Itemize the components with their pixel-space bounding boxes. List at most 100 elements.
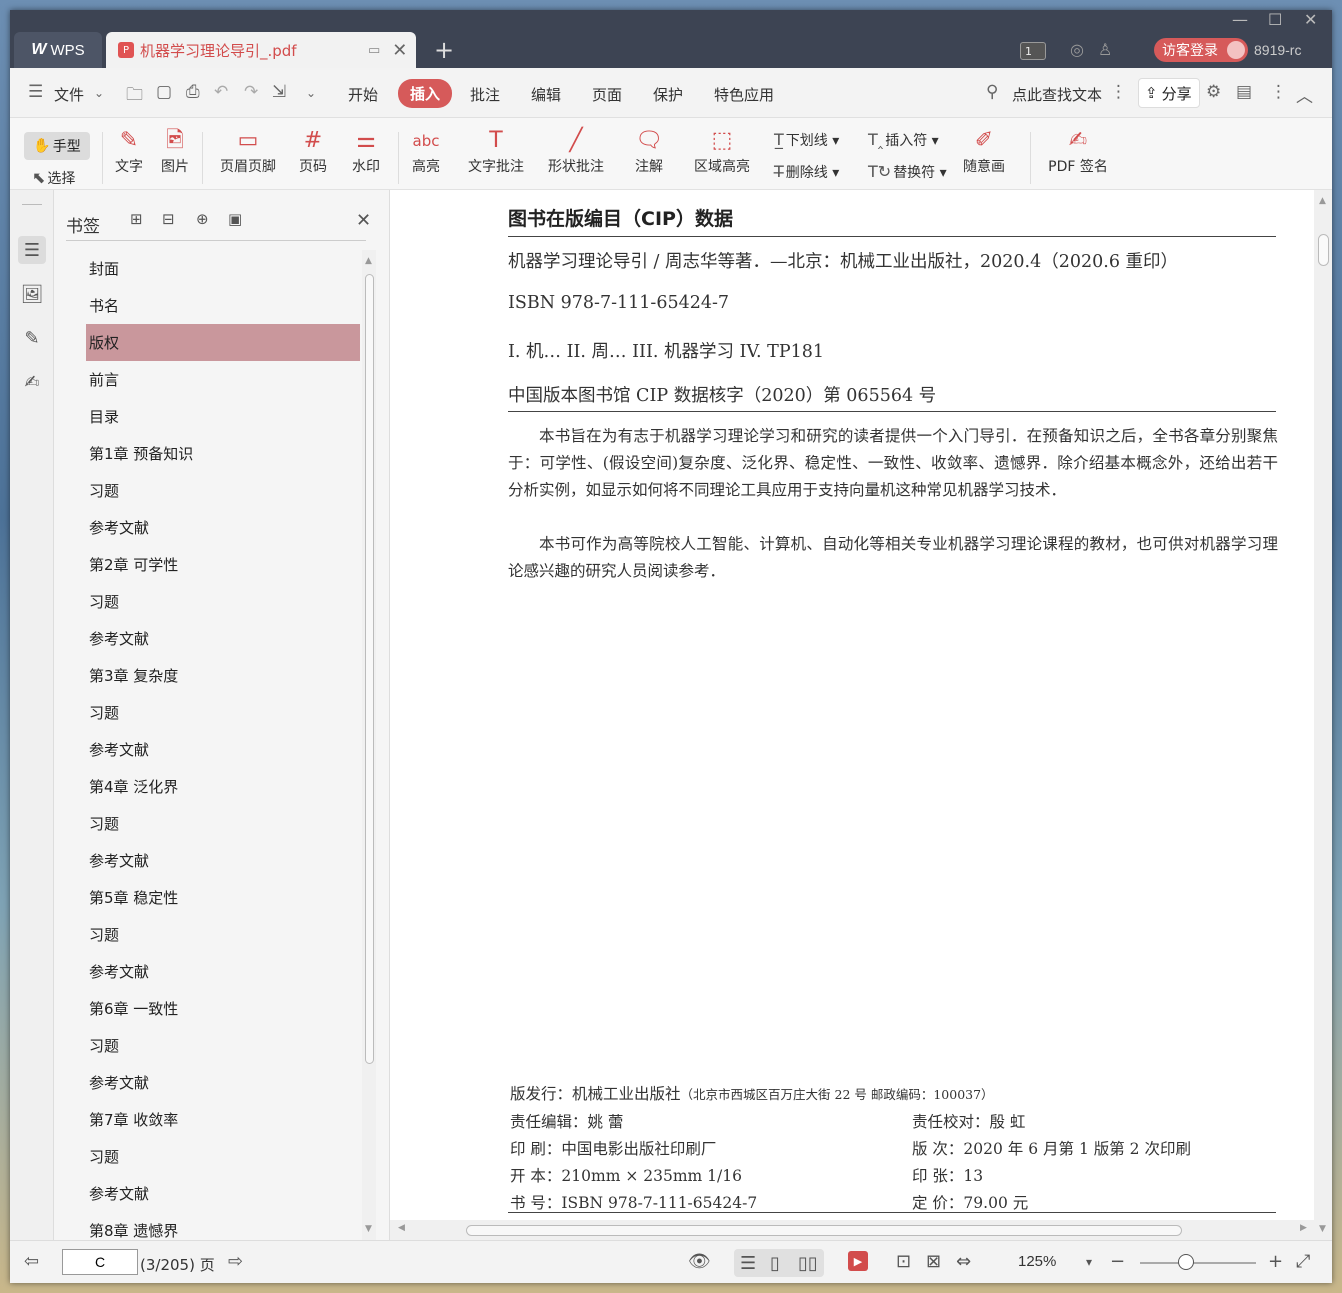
bookmark-item[interactable]: 习题 [86,1027,360,1064]
hand-tool-button[interactable]: ✋ 手型 [24,132,90,160]
strikethrough-button[interactable]: T̶ 删除线 ▾ [774,162,839,182]
close-tab-icon[interactable]: ✕ [392,40,407,61]
fit-page-icon[interactable]: ⊠ [926,1251,941,1272]
underline-button[interactable]: T̲ 下划线 ▾ [774,130,839,150]
save-icon[interactable]: ▢ [156,82,172,102]
actual-size-icon[interactable]: ⊡ [896,1251,911,1272]
bookmark-item[interactable]: 前言 [86,361,360,398]
bookmark-item[interactable]: 书名 [86,287,360,324]
scroll-up-icon[interactable]: ▲ [1319,196,1326,206]
scroll-right-icon[interactable]: ▶ [1300,1223,1307,1233]
fit-width-icon[interactable]: ⇔ [956,1251,971,1272]
bookmark-item[interactable]: 目录 [86,398,360,435]
eye-protection-icon[interactable]: 👁 [688,1251,711,1272]
desktop-icon[interactable]: ▭ [368,43,380,58]
more-dropdown-icon[interactable]: ⌄ [306,86,316,100]
file-menu[interactable]: 文件 [54,84,84,105]
scroll-left-icon[interactable]: ◀ [398,1223,405,1233]
tab-start[interactable]: 开始 [348,84,378,105]
zoom-in-icon[interactable]: + [1268,1251,1283,1272]
collapse-all-icon[interactable]: ⊟ [162,210,175,228]
scroll-down-icon[interactable]: ▼ [1319,1224,1326,1234]
freehand-button[interactable]: ✐ 随意画 [956,126,1012,176]
zoom-slider[interactable] [1140,1262,1256,1264]
bookmark-settings-icon[interactable]: ▣ [228,210,242,228]
close-panel-icon[interactable]: ✕ [356,210,371,231]
collapse-ribbon-icon[interactable]: ︿ [1296,82,1313,107]
wps-home-tab[interactable]: W WPS [14,32,102,68]
annotation-icon[interactable]: ✎ [18,324,46,352]
bookmark-item[interactable]: 参考文献 [86,509,360,546]
shape-annotation-button[interactable]: ╱ 形状批注 [540,126,612,176]
bookmark-list-icon[interactable]: ☰ [18,236,46,264]
bookmark-item[interactable]: ▶第4章 泛化界 [86,768,360,805]
page-number-input[interactable] [62,1249,138,1275]
watermark-button[interactable]: ⚌ 水印 [344,126,388,176]
sync-icon[interactable]: ◎ [1070,40,1084,59]
zoom-slider-knob[interactable] [1178,1254,1195,1270]
tab-insert[interactable]: 插入 [398,79,453,108]
document-scroll-thumb[interactable] [1318,234,1329,266]
more-vertical-icon[interactable]: ⋮ [1110,82,1127,102]
search-text-button[interactable]: 点此查找文本 [1012,84,1102,105]
tab-edit[interactable]: 编辑 [531,84,561,105]
bookmark-item[interactable]: 参考文献 [86,620,360,657]
scroll-down-icon[interactable]: ▼ [365,1224,372,1234]
minimize-icon[interactable]: — [1232,10,1248,29]
undo-icon[interactable]: ↶ [214,82,228,102]
bookmark-item[interactable]: 习题 [86,916,360,953]
close-window-icon[interactable]: ✕ [1304,10,1317,29]
bookmark-item[interactable]: ▶第2章 可学性 [86,546,360,583]
bookmark-item[interactable]: 版权 [86,324,360,361]
bookmark-item[interactable]: 习题 [86,694,360,731]
gear-icon[interactable]: ⚙ [1206,82,1221,102]
bookmark-item[interactable]: ▶第3章 复杂度 [86,657,360,694]
horizontal-scroll-thumb[interactable] [466,1225,1182,1236]
search-icon[interactable]: ⚲ [986,82,998,102]
pdf-sign-button[interactable]: ✍ PDF 签名 [1042,126,1114,176]
header-footer-button[interactable]: ▭ 页眉页脚 [212,126,284,176]
bookmark-item[interactable]: 习题 [86,583,360,620]
highlight-button[interactable]: abc 高亮 [406,126,446,176]
add-bookmark-icon[interactable]: ⊕ [196,210,209,228]
export-icon[interactable]: ⇲ [272,82,286,102]
comment-icon[interactable]: ▤ [1236,82,1252,102]
document-scrollbar[interactable]: ▲ ▼ [1314,190,1332,1240]
next-page-icon[interactable]: ⇨ [228,1251,243,1272]
replace-mark-button[interactable]: T↻ 替换符 ▾ [868,162,947,182]
continuous-view-icon[interactable]: ☰ [740,1253,756,1274]
bookmark-item[interactable]: 习题 [86,805,360,842]
bookmark-item[interactable]: 习题 [86,1138,360,1175]
bookmark-item[interactable]: 封面 [86,250,360,287]
bookmark-item[interactable]: 参考文献 [86,842,360,879]
tab-protect[interactable]: 保护 [653,84,683,105]
horizontal-scrollbar[interactable]: ◀ ▶ [390,1220,1314,1240]
skin-icon[interactable]: ♙ [1098,40,1112,59]
note-button[interactable]: 🗨 注解 [626,126,672,176]
document-tab[interactable]: P 机器学习理论导引_.pdf ▭ ✕ [106,32,416,68]
more-icon[interactable]: ⋮ [1270,82,1287,102]
two-page-icon[interactable]: ▯▯ [798,1253,818,1274]
maximize-icon[interactable]: ☐ [1268,10,1282,29]
chevron-down-icon[interactable]: ⌄ [94,86,104,100]
bookmark-item[interactable]: ▶第7章 收敛率 [86,1101,360,1138]
expand-all-icon[interactable]: ⊞ [130,210,143,228]
tab-count-badge[interactable]: 1 [1020,42,1046,60]
bookmark-item[interactable]: 参考文献 [86,953,360,990]
scroll-up-icon[interactable]: ▲ [365,256,372,266]
select-tool-button[interactable]: ⬉ 选择 [32,168,75,188]
signature-panel-icon[interactable]: ✍ [18,368,46,396]
bookmark-item[interactable]: 参考文献 [86,1175,360,1212]
area-highlight-button[interactable]: ⬚ 区域高亮 [686,126,758,176]
insert-image-button[interactable]: 🖻 图片 [158,126,192,176]
bookmark-item[interactable]: 习题 [86,472,360,509]
print-icon[interactable]: ⎙ [186,82,200,102]
share-button[interactable]: ⇪ 分享 [1138,78,1200,108]
insert-text-button[interactable]: ✎ 文字 [112,126,146,176]
tab-special[interactable]: 特色应用 [714,84,774,105]
bookmark-item[interactable]: ▶第6章 一致性 [86,990,360,1027]
zoom-dropdown-icon[interactable]: ▾ [1086,1255,1092,1269]
new-tab-button[interactable]: + [434,36,454,64]
guest-login-button[interactable]: 访客登录 [1154,38,1248,62]
bookmark-item[interactable]: 参考文献 [86,1064,360,1101]
